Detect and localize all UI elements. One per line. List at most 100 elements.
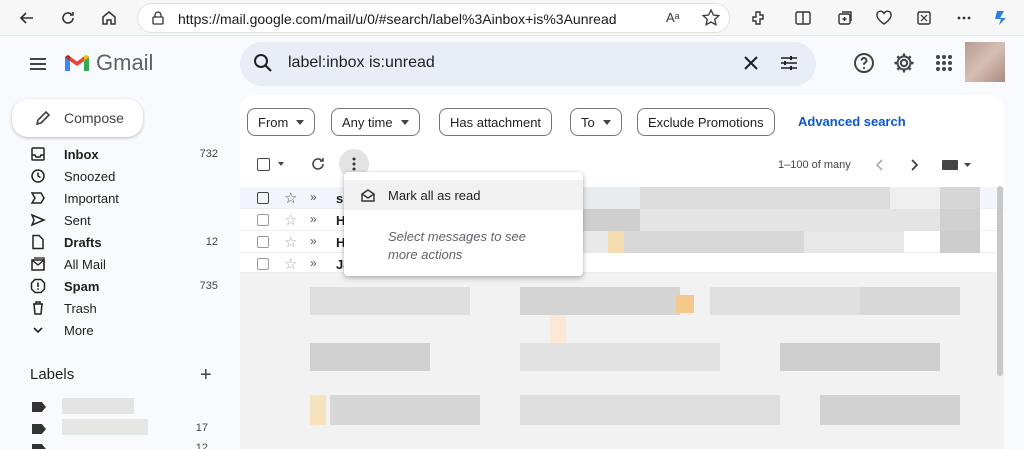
importance-marker-icon[interactable]: » [310, 234, 317, 248]
importance-marker-icon[interactable]: » [310, 212, 317, 226]
sidebar-item-trash[interactable]: Trash [0, 297, 230, 319]
help-icon[interactable] [852, 51, 876, 75]
health-heart-icon[interactable] [871, 5, 897, 31]
drafts-count: 12 [205, 236, 218, 248]
account-avatar[interactable] [965, 42, 1005, 82]
screenshot-icon[interactable] [911, 5, 937, 31]
compose-label: Compose [64, 110, 124, 126]
favorite-star-icon[interactable] [701, 8, 721, 31]
sidebar-item-label: Sent [64, 213, 91, 228]
mail-list-scrollbar[interactable] [997, 186, 1003, 376]
label-count: 12 [195, 442, 208, 449]
sidebar-item-more[interactable]: More [0, 319, 230, 341]
mark-all-read-menu-item[interactable]: Mark all as read [344, 180, 583, 210]
pagination-text: 1–100 of many [778, 159, 851, 171]
refresh-icon[interactable] [55, 5, 81, 31]
compose-button[interactable]: Compose [12, 99, 143, 137]
chip-label: Exclude Promotions [648, 114, 764, 130]
menu-item-label: Mark all as read [388, 188, 481, 203]
input-tools-keyboard-icon[interactable] [942, 159, 972, 174]
filter-has-attachment-chip[interactable]: Has attachment [439, 108, 553, 136]
select-all-checkbox[interactable] [257, 158, 270, 171]
back-icon[interactable] [14, 5, 40, 31]
search-input[interactable]: label:inbox is:unread [288, 54, 435, 72]
star-icon[interactable]: ☆ [284, 189, 297, 207]
search-bar[interactable]: label:inbox is:unread [240, 42, 816, 86]
add-label-icon[interactable]: + [200, 365, 212, 385]
inbox-icon [30, 146, 46, 162]
star-icon[interactable]: ☆ [284, 211, 297, 229]
row-checkbox[interactable] [257, 192, 269, 204]
url-text: https://mail.google.com/mail/u/0/#search… [178, 11, 617, 27]
next-page-icon[interactable] [908, 158, 920, 175]
redacted-label-name [62, 398, 134, 414]
inbox-count: 732 [199, 148, 218, 160]
clock-icon [30, 168, 46, 184]
more-options-icon[interactable] [951, 5, 977, 31]
filter-exclude-promotions-chip[interactable]: Exclude Promotions [637, 108, 775, 136]
row-checkbox[interactable] [257, 236, 269, 248]
label-tag-icon [32, 424, 46, 434]
sidebar-item-snoozed[interactable]: Snoozed [0, 165, 230, 187]
split-screen-icon[interactable] [790, 5, 816, 31]
label-item[interactable]: 17 [30, 419, 220, 436]
label-count: 17 [195, 422, 208, 434]
browser-toolbar: https://mail.google.com/mail/u/0/#search… [0, 0, 1024, 36]
sidebar-item-label: Snoozed [64, 169, 116, 184]
main-menu-icon[interactable] [26, 52, 50, 76]
sidebar-item-label: Inbox [64, 147, 99, 162]
sidebar-item-label: Spam [64, 279, 100, 294]
app-name: Gmail [96, 50, 154, 75]
chip-label: To [581, 114, 595, 130]
spam-alert-icon [30, 278, 46, 294]
row-checkbox[interactable] [257, 214, 269, 226]
clear-search-icon[interactable] [740, 52, 762, 77]
sidebar-item-label: Important [64, 191, 119, 206]
more-actions-menu: Mark all as read Select messages to see … [344, 172, 583, 276]
prev-page-icon[interactable] [874, 158, 886, 175]
importance-marker-icon[interactable]: » [310, 190, 317, 204]
filter-any-time-chip[interactable]: Any time [331, 108, 420, 136]
sidebar-item-sent[interactable]: Sent [0, 209, 230, 231]
spam-count: 735 [199, 280, 218, 292]
home-icon[interactable] [96, 5, 122, 31]
label-item[interactable]: 12 [30, 442, 220, 449]
sidebar-nav: Inbox 732 Snoozed Important Sent Drafts … [0, 143, 230, 341]
filter-from-chip[interactable]: From [247, 108, 316, 136]
caret-down-icon [602, 119, 611, 125]
collections-icon[interactable] [832, 5, 858, 31]
sidebar-item-label: More [64, 323, 94, 338]
sidebar-item-spam[interactable]: Spam 735 [0, 275, 230, 297]
search-icon[interactable] [252, 52, 274, 77]
read-aloud-icon[interactable]: Aᵃ [666, 10, 680, 25]
select-dropdown-caret-icon[interactable] [278, 162, 284, 166]
label-tag-icon [32, 402, 46, 412]
sidebar-item-label: All Mail [64, 257, 106, 272]
lock-icon [151, 11, 165, 28]
refresh-mail-icon[interactable] [310, 156, 326, 175]
label-item[interactable] [30, 398, 220, 414]
copilot-icon[interactable] [988, 5, 1014, 31]
sidebar-item-all-mail[interactable]: All Mail [0, 253, 230, 275]
extensions-icon[interactable] [746, 5, 772, 31]
label-tag-icon [32, 444, 46, 449]
sender-name: s [336, 191, 344, 206]
search-options-icon[interactable] [778, 52, 800, 77]
address-bar[interactable]: https://mail.google.com/mail/u/0/#search… [137, 3, 730, 33]
sidebar-item-inbox[interactable]: Inbox 732 [0, 143, 230, 165]
advanced-search-link[interactable]: Advanced search [798, 114, 906, 129]
filter-to-chip[interactable]: To [570, 108, 622, 136]
envelope-open-icon [360, 187, 376, 206]
star-icon[interactable]: ☆ [284, 255, 297, 273]
star-icon[interactable]: ☆ [284, 233, 297, 251]
row-checkbox[interactable] [257, 258, 269, 270]
gmail-logo[interactable]: Gmail [64, 50, 153, 76]
apps-grid-icon[interactable] [932, 51, 956, 75]
settings-gear-icon[interactable] [892, 51, 916, 75]
send-icon [30, 212, 46, 228]
trash-icon [30, 300, 46, 316]
sidebar-item-important[interactable]: Important [0, 187, 230, 209]
importance-marker-icon[interactable]: » [310, 256, 317, 270]
sidebar-item-drafts[interactable]: Drafts 12 [0, 231, 230, 253]
pencil-icon [34, 109, 52, 130]
